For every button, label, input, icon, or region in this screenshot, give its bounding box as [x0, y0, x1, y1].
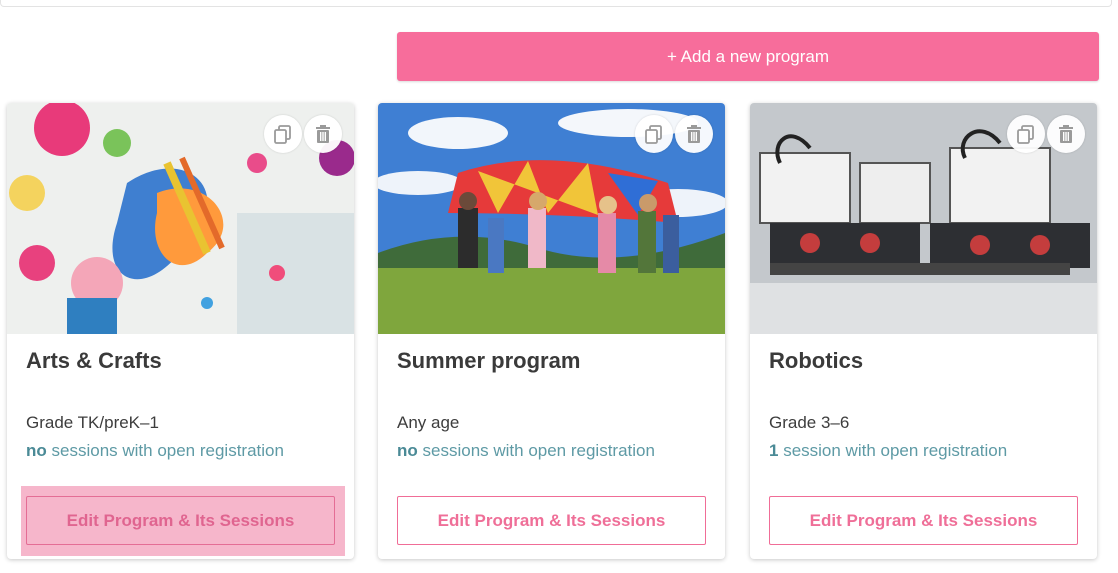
- trash-icon: [687, 125, 701, 143]
- sessions-count: no: [26, 441, 47, 460]
- sessions-text: sessions with open registration: [417, 441, 655, 460]
- trash-icon: [316, 125, 330, 143]
- sessions-text: session with open registration: [778, 441, 1008, 460]
- copy-icon: [1017, 125, 1034, 144]
- program-title: Summer program: [397, 348, 581, 373]
- sessions-count: no: [397, 441, 418, 460]
- add-program-button[interactable]: + Add a new program: [397, 32, 1099, 81]
- copy-icon: [645, 125, 662, 144]
- program-card-arts: Arts & Crafts Grade TK/preK–1 no session…: [7, 103, 354, 559]
- program-grade: Grade TK/preK–1: [26, 413, 159, 432]
- program-grade: Grade 3–6: [769, 413, 850, 432]
- program-title: Arts & Crafts: [26, 348, 162, 373]
- program-sessions: no sessions with open registration: [26, 441, 284, 461]
- edit-program-button[interactable]: Edit Program & Its Sessions: [769, 496, 1078, 545]
- sessions-text: sessions with open registration: [46, 441, 284, 460]
- program-image: [750, 103, 1097, 334]
- program-sessions: 1 session with open registration: [769, 441, 1007, 461]
- copy-button[interactable]: [264, 115, 302, 153]
- edit-highlight: Edit Program & Its Sessions: [21, 486, 345, 556]
- program-image: [378, 103, 725, 334]
- top-bar: [0, 0, 1112, 7]
- program-image: [7, 103, 354, 334]
- edit-wrap: Edit Program & Its Sessions: [764, 486, 1088, 556]
- program-card-robotics: Robotics Grade 3–6 1 session with open r…: [750, 103, 1097, 559]
- program-title: Robotics: [769, 348, 864, 373]
- program-card-summer: Summer program Any age no sessions with …: [378, 103, 725, 559]
- delete-button[interactable]: [1047, 115, 1085, 153]
- program-grade: Any age: [397, 413, 460, 432]
- edit-program-button[interactable]: Edit Program & Its Sessions: [397, 496, 706, 545]
- edit-program-button[interactable]: Edit Program & Its Sessions: [26, 496, 335, 545]
- trash-icon: [1059, 125, 1073, 143]
- copy-button[interactable]: [635, 115, 673, 153]
- copy-button[interactable]: [1007, 115, 1045, 153]
- delete-button[interactable]: [304, 115, 342, 153]
- copy-icon: [274, 125, 291, 144]
- edit-wrap: Edit Program & Its Sessions: [392, 486, 716, 556]
- delete-button[interactable]: [675, 115, 713, 153]
- program-sessions: no sessions with open registration: [397, 441, 655, 461]
